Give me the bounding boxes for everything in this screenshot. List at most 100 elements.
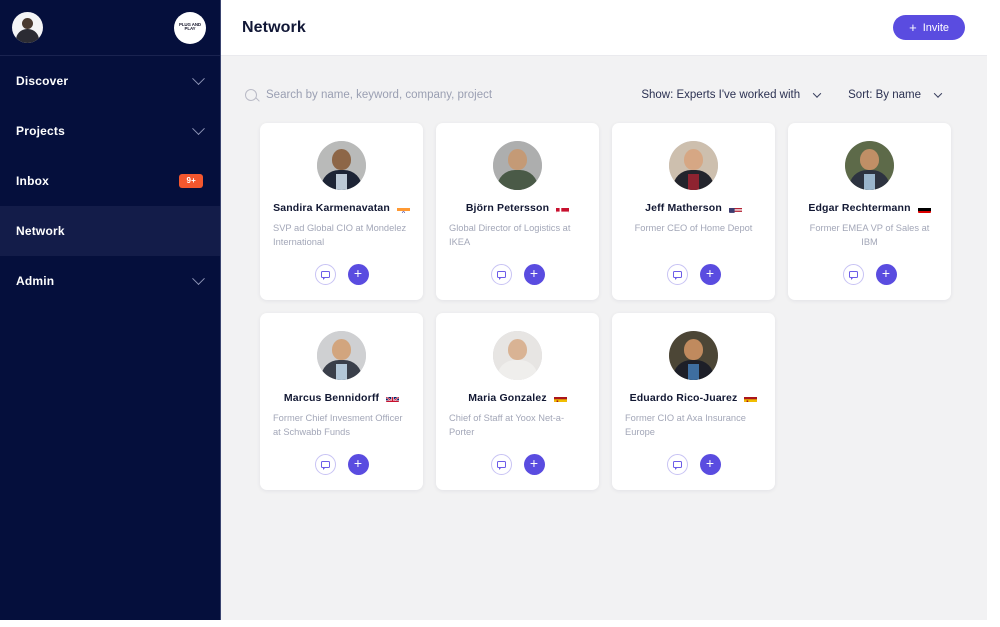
page-title: Network xyxy=(242,18,306,36)
expert-card[interactable]: Edgar Rechtermann Former EMEA VP of Sales… xyxy=(788,123,951,300)
sidebar-item-label: Admin xyxy=(16,274,55,288)
expert-name-row: Maria Gonzalez xyxy=(447,392,588,404)
flag-united-kingdom-icon xyxy=(386,393,400,403)
flag-spain-icon xyxy=(744,393,758,403)
flag-denmark-icon xyxy=(556,204,570,213)
expert-name-row: Edgar Rechtermann xyxy=(799,202,940,214)
expert-name-row: Marcus Bennidorff xyxy=(271,392,412,404)
user-avatar[interactable] xyxy=(12,12,43,43)
expert-name: Björn Petersson xyxy=(465,202,550,214)
portrait-head xyxy=(332,149,351,170)
search-icon xyxy=(245,89,257,101)
expert-portrait xyxy=(317,330,366,380)
message-button[interactable] xyxy=(490,453,512,475)
expert-card-grid: Sandira Karmenavatan SVP ad Global CIO at… xyxy=(221,118,987,620)
expert-card-actions: + xyxy=(314,250,369,285)
expert-portrait xyxy=(845,141,894,190)
expert-role: Former EMEA VP of Sales at IBM xyxy=(809,223,930,247)
expert-card-actions: + xyxy=(490,440,545,475)
sidebar-item-discover[interactable]: Discover xyxy=(0,56,220,106)
chat-bubble-icon xyxy=(496,460,506,471)
expert-card[interactable]: Marcus Bennidorff Former Chief Invesment … xyxy=(260,312,423,490)
flag-united-states-icon xyxy=(728,204,742,213)
filter-show-label: Show: Experts I've worked with xyxy=(641,89,801,101)
sidebar-item-label: Discover xyxy=(16,74,69,88)
chevron-down-icon xyxy=(192,71,205,85)
add-to-network-button[interactable]: + xyxy=(523,453,545,475)
plus-icon: + xyxy=(529,265,539,282)
portrait-head xyxy=(332,338,351,360)
expert-portrait xyxy=(317,141,366,190)
plus-icon: + xyxy=(529,455,539,472)
expert-portrait xyxy=(669,141,718,190)
brand-logo-text: PLUG AND PLAY xyxy=(179,21,201,32)
expert-card[interactable]: Sandira Karmenavatan SVP ad Global CIO at… xyxy=(260,123,423,300)
expert-name: Edgar Rechtermann xyxy=(808,202,911,214)
expert-card-actions: + xyxy=(666,440,721,475)
expert-role: Chief of Staff at Yoox Net-a-Porter xyxy=(449,412,565,437)
add-to-network-button[interactable]: + xyxy=(347,263,369,285)
expert-role: Former CIO at Axa Insurance Europe xyxy=(625,412,746,437)
expert-name-row: Jeff Matherson xyxy=(623,202,764,214)
expert-name: Eduardo Rico-Juarez xyxy=(629,391,738,404)
sidebar-header: PLUG AND PLAY xyxy=(0,0,220,56)
search-box[interactable] xyxy=(245,89,641,101)
expert-name: Jeff Matherson xyxy=(645,202,722,214)
portrait-head xyxy=(684,338,703,360)
expert-name-row: Björn Petersson xyxy=(447,202,588,214)
portrait-shirt xyxy=(688,363,699,380)
expert-card[interactable]: Björn Petersson Global Director of Logist… xyxy=(436,123,599,300)
search-input[interactable] xyxy=(266,89,566,101)
flag-spain-icon xyxy=(553,393,567,403)
filter-show-dropdown[interactable]: Show: Experts I've worked with xyxy=(641,89,822,101)
plus-icon: + xyxy=(909,19,917,35)
message-button[interactable] xyxy=(314,263,336,285)
flag-germany-icon xyxy=(917,204,931,213)
add-to-network-button[interactable]: + xyxy=(699,453,721,475)
chat-bubble-icon xyxy=(672,460,682,471)
add-to-network-button[interactable]: + xyxy=(875,263,897,285)
expert-name-row: Sandira Karmenavatan xyxy=(271,202,412,214)
chat-bubble-icon xyxy=(320,460,330,471)
invite-button-label: Invite xyxy=(922,21,949,34)
expert-card[interactable]: Jeff Matherson Former CEO of Home Depot + xyxy=(612,123,775,300)
expert-portrait xyxy=(669,330,718,380)
chat-bubble-icon xyxy=(320,270,330,281)
sidebar-item-projects[interactable]: Projects xyxy=(0,106,220,156)
invite-button[interactable]: + Invite xyxy=(893,15,965,40)
portrait-head xyxy=(508,149,527,170)
message-button[interactable] xyxy=(666,263,688,285)
message-button[interactable] xyxy=(490,263,512,285)
plus-icon: + xyxy=(881,265,891,282)
sidebar-item-network[interactable]: Network xyxy=(0,206,220,256)
filter-sort-dropdown[interactable]: Sort: By name xyxy=(848,89,943,101)
plus-icon: + xyxy=(705,455,715,472)
brand-logo[interactable]: PLUG AND PLAY xyxy=(174,11,206,44)
expert-card[interactable]: Eduardo Rico-Juarez Former CIO at Axa Ins… xyxy=(612,312,775,490)
portrait-head xyxy=(508,338,527,360)
message-button[interactable] xyxy=(842,263,864,285)
add-to-network-button[interactable]: + xyxy=(699,263,721,285)
sidebar-item-label: Inbox xyxy=(16,174,49,188)
chevron-down-icon xyxy=(192,271,205,285)
plus-icon: + xyxy=(353,455,363,472)
sidebar-item-inbox[interactable]: Inbox 9+ xyxy=(0,156,220,206)
message-button[interactable] xyxy=(666,453,688,475)
sidebar-nav: Discover Projects Inbox 9+ Network Admin xyxy=(0,56,220,306)
chat-bubble-icon xyxy=(672,270,682,281)
expert-portrait xyxy=(493,141,542,190)
inbox-badge: 9+ xyxy=(179,173,203,189)
sidebar-item-admin[interactable]: Admin xyxy=(0,256,220,306)
expert-card-actions: + xyxy=(666,250,721,285)
expert-card-actions: + xyxy=(842,250,897,285)
filter-sort-label: Sort: By name xyxy=(848,89,921,101)
portrait-shirt xyxy=(336,174,347,190)
message-button[interactable] xyxy=(314,453,336,475)
sidebar: PLUG AND PLAY Discover Projects Inbox 9+ Net… xyxy=(0,0,221,620)
portrait-shirt xyxy=(512,363,523,380)
add-to-network-button[interactable]: + xyxy=(347,453,369,475)
portrait-head xyxy=(684,149,703,170)
expert-card[interactable]: Maria Gonzalez Chief of Staff at Yoox Net… xyxy=(436,312,599,490)
add-to-network-button[interactable]: + xyxy=(523,263,545,285)
expert-name: Maria Gonzalez xyxy=(468,391,547,404)
